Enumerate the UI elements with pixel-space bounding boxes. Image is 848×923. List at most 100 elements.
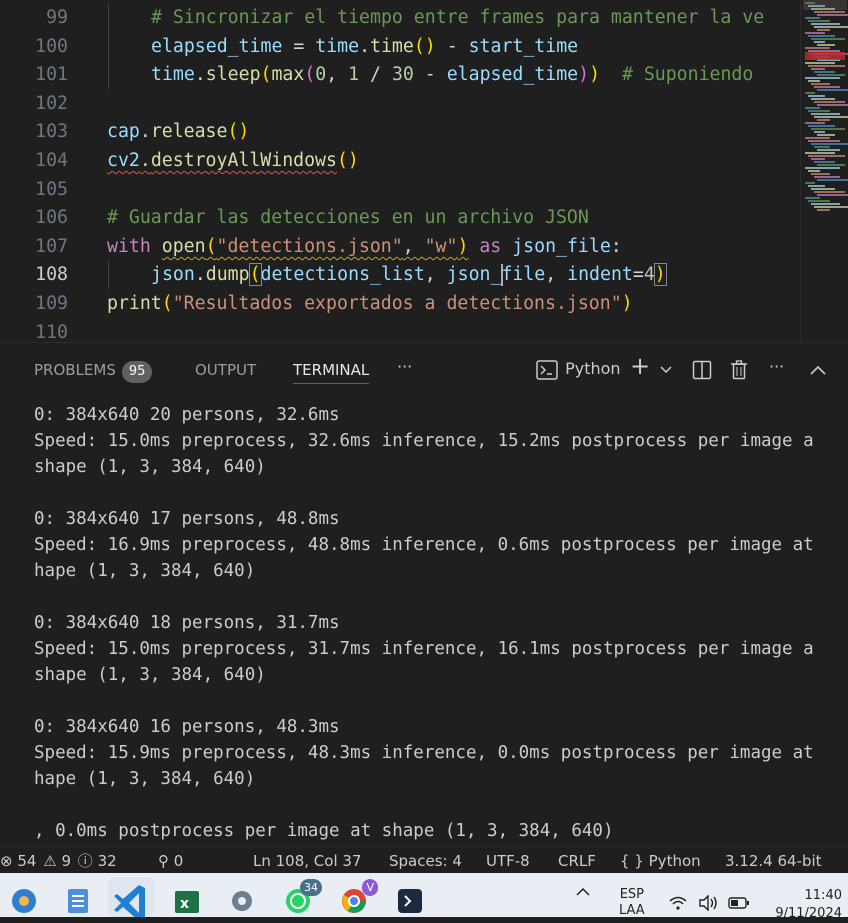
vscode-icon[interactable] — [108, 877, 154, 921]
line-number: 106 — [35, 207, 68, 229]
ports-status[interactable]: ⚲ 0 — [158, 850, 183, 872]
indent-guide — [107, 60, 109, 90]
code-token: ) — [578, 64, 590, 86]
code-editor[interactable]: 99 # Sincronizar el tiempo entre frames p… — [0, 0, 848, 342]
code-line[interactable]: 100 elapsed_time = time.time() - start_ti… — [0, 32, 800, 61]
minimap-line — [808, 20, 830, 22]
whatsapp-icon[interactable]: 34 — [282, 879, 322, 915]
code-text: with open("detections.json", "w") as jso… — [107, 232, 622, 261]
line-number: 99 — [46, 7, 68, 28]
whatsapp-badge: 34 — [300, 879, 322, 896]
settings-gear-icon[interactable] — [226, 883, 258, 915]
trash-icon[interactable] — [730, 355, 748, 383]
terminal-line: 0: 384x640 18 persons, 31.7ms — [34, 613, 340, 633]
line-number: 104 — [35, 150, 68, 171]
terminal-line: Speed: 15.9ms preprocess, 48.3ms inferen… — [34, 743, 814, 763]
code-line[interactable]: 105 — [0, 175, 800, 204]
minimap-line — [811, 113, 840, 115]
terminal-line: 0: 384x640 16 persons, 48.3ms — [34, 717, 340, 737]
minimap-line — [811, 68, 825, 70]
code-token: = — [282, 35, 316, 57]
minimap-line — [811, 98, 835, 100]
code-token: . — [139, 121, 151, 143]
language-indicator[interactable]: ESP LAA — [619, 887, 645, 919]
chevron-up-tray-icon[interactable] — [575, 885, 591, 900]
code-line[interactable]: 109 print("Resultados exportados a detect… — [0, 289, 800, 318]
code-line[interactable]: 99 # Sincronizar el tiempo entre frames p… — [0, 3, 800, 32]
terminal-output[interactable]: 0: 384x640 20 persons, 32.6ms Speed: 15.0… — [0, 394, 848, 846]
minimap-line — [808, 125, 835, 127]
info-count: 32 — [97, 852, 117, 870]
minimap-line — [817, 14, 848, 16]
minimap-line — [814, 176, 840, 178]
minimap[interactable] — [800, 0, 848, 342]
new-terminal-button[interactable]: + — [630, 352, 650, 380]
terminal-line: Speed: 15.0ms preprocess, 31.7ms inferen… — [34, 639, 814, 659]
code-line[interactable]: 104 cv2.destroyAllWindows() — [0, 146, 800, 175]
minimap-line — [817, 44, 835, 46]
minimap-line — [808, 95, 825, 97]
code-line[interactable]: 101 time.sleep(max(0, 1 / 30 - elapsed_ti… — [0, 60, 800, 89]
system-clock[interactable]: 11:40 9/11/2024 — [768, 887, 842, 923]
code-token: time — [315, 35, 360, 57]
chevron-up-icon[interactable] — [809, 355, 827, 383]
language-label: Python — [648, 852, 701, 870]
code-token: # Guardar las detecciones en un archivo … — [107, 207, 589, 229]
problems-count-badge: 95 — [121, 361, 153, 383]
language-mode[interactable]: { } Python — [620, 850, 701, 872]
python-interpreter[interactable]: 3.12.4 64-bit — [725, 850, 822, 872]
code-line[interactable]: 106 # Guardar las detecciones en un archi… — [0, 203, 800, 232]
minimap-line — [814, 191, 845, 193]
photos-app-icon[interactable] — [8, 883, 40, 915]
info-icon: ⓘ — [77, 852, 93, 870]
line-number: 101 — [35, 64, 68, 86]
minimap-viewport[interactable] — [803, 0, 847, 10]
code-token: ) — [589, 64, 601, 86]
wifi-icon[interactable] — [668, 895, 688, 915]
tab-output[interactable]: OUTPUT — [195, 357, 256, 383]
code-token: cap — [107, 121, 140, 143]
terminal-shell-selector[interactable]: Python — [536, 355, 621, 383]
code-token: = — [632, 264, 644, 286]
code-token: () — [336, 150, 359, 171]
code-line[interactable]: 107 with open("detections.json", "w") as … — [0, 232, 800, 261]
chevron-down-icon[interactable] — [659, 355, 673, 383]
panel-more-actions-button[interactable]: ··· — [769, 353, 784, 381]
tab-terminal[interactable]: TERMINAL — [293, 357, 370, 384]
excel-icon[interactable]: x — [171, 883, 203, 915]
code-token: indent — [567, 264, 633, 286]
code-token: , — [326, 64, 349, 86]
broadcast-icon: ⚲ — [158, 852, 169, 870]
tab-problems-label: PROBLEMS — [34, 361, 116, 379]
code-token: . — [194, 264, 206, 286]
code-token: () — [227, 121, 250, 143]
minimap-line — [817, 29, 830, 31]
battery-icon[interactable] — [728, 897, 750, 913]
code-token: ) — [621, 293, 633, 314]
line-number: 105 — [35, 178, 68, 200]
terminal-line: shape (1, 3, 384, 640) — [34, 457, 266, 477]
problems-status[interactable]: ⊗ 54 ⚠ 9 ⓘ 32 — [0, 850, 117, 872]
encoding-status[interactable]: UTF-8 — [486, 850, 530, 872]
minimap-line — [817, 104, 848, 106]
terminal-app-icon[interactable] — [394, 883, 426, 915]
error-count: 54 — [17, 852, 37, 870]
indentation-status[interactable]: Spaces: 4 — [389, 850, 462, 872]
more-tabs-button[interactable]: ··· — [397, 353, 412, 381]
code-token: 4 — [643, 264, 655, 286]
cursor-position[interactable]: Ln 108, Col 37 — [253, 850, 361, 872]
code-line[interactable]: 103 cap.release() — [0, 117, 800, 146]
split-terminal-icon[interactable] — [692, 355, 712, 383]
code-line[interactable]: 110 — [0, 318, 800, 342]
code-text: json.dump(detections_list, json_file, in… — [151, 260, 667, 289]
line-number: 107 — [35, 235, 68, 257]
code-line[interactable]: 102 — [0, 89, 800, 118]
eol-status[interactable]: CRLF — [558, 850, 596, 872]
notepad-icon[interactable] — [62, 883, 94, 915]
volume-icon[interactable] — [698, 894, 720, 915]
code-text: # Guardar las detecciones en un archivo … — [107, 203, 589, 232]
code-line[interactable]: 108 json.dump(detections_list, json_file,… — [0, 260, 800, 289]
tab-problems[interactable]: PROBLEMS 95 — [34, 357, 153, 383]
chrome-icon[interactable]: V — [338, 879, 378, 915]
minimap-line — [817, 149, 840, 151]
